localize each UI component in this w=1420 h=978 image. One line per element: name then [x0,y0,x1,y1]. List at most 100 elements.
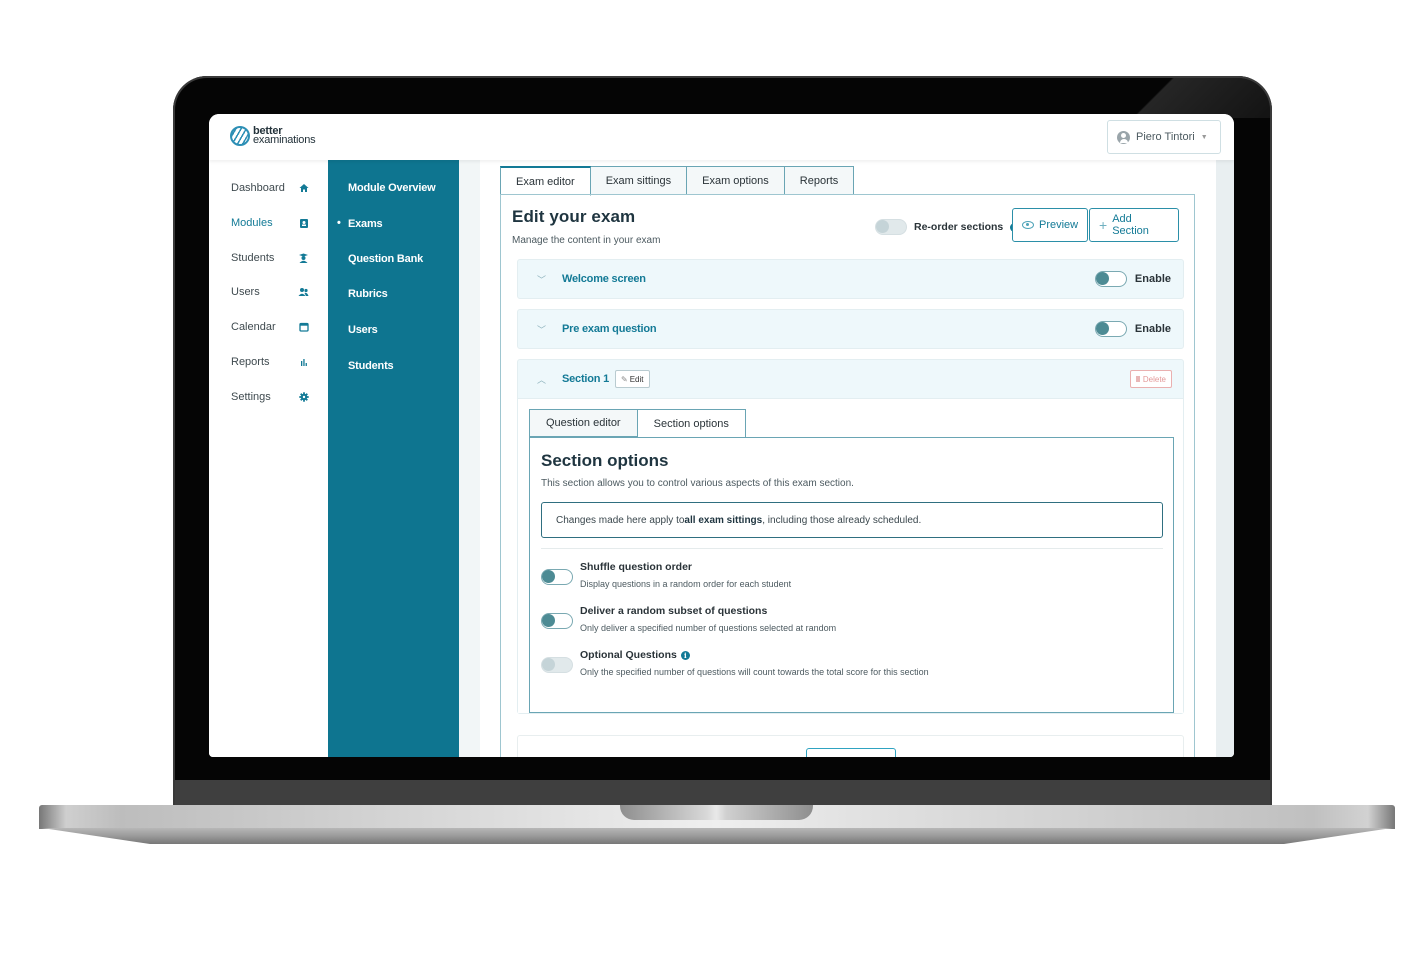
edit-button-label: Edit [629,374,644,384]
accordion-title: Pre exam question [562,323,657,335]
option-description: Only the specified number of questions w… [580,667,929,677]
accordion-pre-exam-question: ﹀ Pre exam question Enable [517,309,1184,349]
tab-exam-editor[interactable]: Exam editor [500,166,591,196]
toggle-knob [1095,272,1109,285]
sidebar-item-dashboard[interactable]: Dashboard [231,178,309,198]
accordion-header[interactable]: ﹀ Pre exam question Enable [518,310,1183,348]
exam-editor-panel: Edit your exam Manage the content in you… [500,194,1195,757]
reorder-sections-control: Re-order sections i [875,219,1020,235]
plus-icon: + [1099,217,1108,233]
sidebar-item-calendar[interactable]: Calendar [231,317,309,337]
sidebar-item-label: Reports [231,356,270,368]
section-options-description: This section allows you to control vario… [541,478,854,489]
toggle-label: Enable [1134,273,1171,285]
laptop-chin [175,780,1270,806]
page-title: Edit your exam [512,207,636,226]
chevron-up-icon[interactable]: ︿ [537,373,546,386]
add-section-button[interactable]: + Add Section [1089,208,1179,242]
laptop-base-bottom [42,828,1392,844]
edit-section-button[interactable]: ✎ Edit [615,370,650,388]
sidebar-item-users[interactable]: Users [231,282,309,302]
shuffle-question-order-toggle[interactable] [541,569,573,585]
clipboard-user-icon [298,218,309,229]
subnav-item-question-bank[interactable]: Question Bank [348,253,423,265]
next-card-button[interactable] [806,748,896,757]
accordion-title: Section 1 [562,373,610,385]
random-subset-toggle[interactable] [541,613,573,629]
delete-section-button[interactable]: Delete [1129,370,1172,388]
preview-button[interactable]: Preview [1012,208,1089,242]
tab-exam-sittings[interactable]: Exam sittings [590,166,688,195]
info-icon[interactable]: i [680,650,690,660]
optional-questions-toggle[interactable] [541,657,573,673]
section-options-panel: Section options This section allows you … [529,437,1174,713]
sidebar-item-settings[interactable]: Settings [231,387,309,407]
notice-banner: Changes made here apply to all exam sitt… [541,502,1163,538]
app-screen: better examinations Piero Tintori ▼ Dash… [209,114,1234,757]
option-title: Optional Questions [580,649,677,661]
option-random-subset: Deliver a random subset of questions Onl… [541,605,836,633]
section-tabs: Question editor Section options [529,409,746,438]
logo-text-line2: examinations [253,134,316,146]
users-icon [298,287,309,298]
tab-exam-options[interactable]: Exam options [687,166,785,195]
sidebar-item-students[interactable]: Students [231,248,309,268]
main-content: Exam editor Exam sittings Exam options R… [459,160,1234,757]
caret-down-icon: ▼ [1200,133,1208,141]
chevron-down-icon[interactable]: ﹀ [537,323,546,336]
welcome-screen-toggle[interactable] [1094,271,1127,287]
subnav-item-users[interactable]: Users [348,324,378,336]
module-subnav: Module Overview Exams Question Bank Rubr… [328,160,459,757]
top-bar: better examinations Piero Tintori ▼ [209,114,1234,160]
logo[interactable]: better examinations [230,126,316,146]
laptop-notch [620,805,813,820]
toggle-knob [542,658,555,671]
chevron-down-icon[interactable]: ﹀ [537,273,546,286]
subnav-item-rubrics[interactable]: Rubrics [348,288,388,300]
option-optional-questions: Optional Questions i Only the specified … [541,649,929,677]
option-title-row: Optional Questions i [580,649,929,661]
scrollbar-track[interactable] [1216,160,1234,757]
notice-bold: all exam sittings [684,514,763,526]
subnav-item-students[interactable]: Students [348,360,394,372]
option-shuffle-question-order: Shuffle question order Display questions… [541,561,791,589]
notice-suffix: , including those already scheduled. [762,514,922,526]
option-title: Shuffle question order [580,561,693,573]
toggle-label: Enable [1134,323,1171,335]
main-sidebar: Dashboard Modules Students Users Calenda… [209,160,328,757]
next-section-card [517,735,1184,757]
sidebar-item-reports[interactable]: Reports [231,352,309,372]
gear-icon [298,392,309,403]
user-name: Piero Tintori [1136,131,1195,143]
pre-exam-question-toggle[interactable] [1094,321,1127,337]
reorder-sections-label: Re-order sections [914,221,1004,233]
toggle-knob [542,570,555,583]
trash-icon [1135,376,1140,382]
option-description: Only deliver a specified number of quest… [580,623,837,633]
sidebar-item-modules[interactable]: Modules [231,213,309,233]
content-card: Exam editor Exam sittings Exam options R… [480,160,1216,757]
toggle-knob [1095,322,1109,335]
accordion-header[interactable]: ︿ Section 1 ✎ Edit Delete [518,360,1183,398]
option-description: Display questions in a random order for … [580,579,792,589]
tab-section-options[interactable]: Section options [637,409,746,438]
subnav-item-module-overview[interactable]: Module Overview [348,182,436,194]
home-icon [298,183,309,194]
reorder-sections-toggle[interactable] [875,219,907,235]
toggle-knob [876,220,889,233]
calendar-icon [298,322,309,333]
tab-reports[interactable]: Reports [784,166,855,195]
accordion-welcome-screen: ﹀ Welcome screen Enable [517,259,1184,299]
user-menu-button[interactable]: Piero Tintori ▼ [1107,120,1221,154]
accordion-header[interactable]: ﹀ Welcome screen Enable [518,260,1183,298]
graduate-icon [298,253,309,264]
sidebar-item-label: Dashboard [231,182,285,194]
section-options-title: Section options [541,451,669,470]
divider [541,548,1163,549]
sidebar-item-label: Users [231,286,260,298]
option-title: Deliver a random subset of questions [580,605,768,617]
subnav-item-exams[interactable]: Exams [337,217,383,230]
section-body: Question editor Section options Section … [518,398,1183,713]
bar-chart-icon [298,357,309,368]
tab-question-editor[interactable]: Question editor [529,409,638,437]
